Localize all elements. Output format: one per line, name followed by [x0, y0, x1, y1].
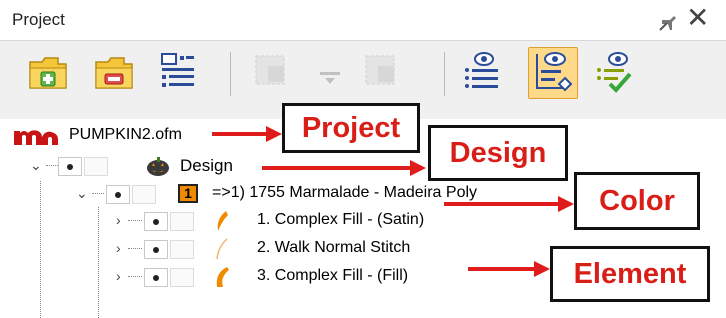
project-panel: Project ✕ PUMPKIN2.ofm ⌄ Design ⌄ 1 =>1)… [0, 0, 726, 318]
callout-color: Color [574, 172, 700, 230]
design-arrowhead [410, 160, 426, 176]
project-arrowhead [266, 126, 282, 142]
callout-project: Project [282, 103, 420, 153]
element-arrowhead [534, 261, 550, 277]
callout-design: Design [428, 125, 568, 181]
color-arrowhead [558, 196, 574, 212]
callout-element: Element [550, 246, 710, 302]
